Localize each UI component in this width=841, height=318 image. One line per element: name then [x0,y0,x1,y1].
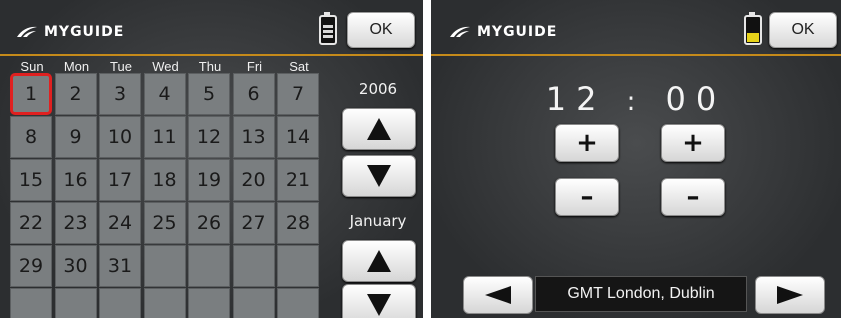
empty-day-cell [277,288,319,318]
timezone-label: GMT London, Dublin [535,276,747,312]
day-cell[interactable]: 17 [99,159,141,201]
day-cell[interactable]: 18 [143,159,186,201]
day-cell[interactable]: 10 [99,116,141,158]
calendar-screen: MYGUIDE OK Sun Mon Tue Wed Thu Fri Sat 1 2 3 4 5 6 7 8… [0,0,423,318]
hour-ones: 2 [576,80,607,118]
minute-plus-button[interactable]: + [661,124,725,162]
day-cell[interactable]: 28 [277,202,319,244]
day-cell[interactable]: 9 [54,116,97,158]
ok-button[interactable]: OK [769,12,837,48]
day-cell[interactable]: 26 [188,202,230,244]
weekday-header: Mon [63,59,90,74]
empty-day-cell [99,288,141,318]
empty-day-cell [188,245,230,287]
day-cell[interactable]: 6 [232,73,275,115]
empty-day-cell [277,245,319,287]
day-cell[interactable]: 15 [10,159,52,201]
empty-day-cell [143,245,186,287]
empty-day-cell [188,288,230,318]
day-cell[interactable]: 29 [10,245,52,287]
timezone-selector: GMT London, Dublin [461,276,825,314]
day-cell[interactable]: 25 [143,202,186,244]
hour-minus-button[interactable]: – [555,178,619,216]
day-cell[interactable]: 19 [188,159,230,201]
month-down-button[interactable] [342,284,416,318]
year-label: 2006 [358,80,398,98]
weekday-header: Sat [289,59,309,74]
day-cell[interactable]: 11 [143,116,186,158]
myguide-logo: MYGUIDE [16,24,124,40]
day-cell[interactable]: 7 [277,73,319,115]
day-cell[interactable]: 2 [54,73,97,115]
month-label: January [349,212,407,230]
ok-button[interactable]: OK [347,12,415,48]
day-cell[interactable]: 8 [10,116,52,158]
hour-tens: 1 [545,80,577,118]
calendar-grid: Sun Mon Tue Wed Thu Fri Sat 1 2 3 4 5 6 7 8 9 10 11 12 13 14… [10,59,323,318]
day-cell[interactable]: 30 [54,245,97,287]
empty-day-cell [143,288,186,318]
header-divider [0,54,423,56]
day-cell[interactable]: 16 [54,159,97,201]
logo-text: MYGUIDE [44,24,125,40]
day-cell[interactable]: 3 [99,73,141,115]
weekday-header: Fri [246,59,263,74]
time-separator: : [626,87,646,117]
arrow-up-icon [367,250,391,272]
day-cell[interactable]: 4 [143,73,186,115]
weekday-header: Tue [110,59,132,74]
weekday-header: Sun [20,59,44,74]
arrow-down-icon [367,294,391,316]
day-cell[interactable]: 5 [188,73,230,115]
day-cell[interactable]: 31 [99,245,141,287]
empty-day-cell [232,245,275,287]
arrow-left-icon [485,286,511,304]
minute-minus-button[interactable]: – [661,178,725,216]
day-cell[interactable]: 22 [10,202,52,244]
weekday-header: Wed [152,59,179,74]
battery-icon [744,12,762,45]
weekday-header: Thu [198,59,222,74]
arrow-up-icon [367,118,391,140]
empty-day-cell [10,288,52,318]
arrow-down-icon [367,165,391,187]
empty-day-cell [54,288,97,318]
day-cell[interactable]: 13 [232,116,275,158]
day-cell[interactable]: 1 [10,73,52,115]
day-cell[interactable]: 14 [277,116,319,158]
header-bar: MYGUIDE OK [0,0,423,56]
minute-tens: 0 [665,80,696,118]
day-cell[interactable]: 20 [232,159,275,201]
year-up-button[interactable] [342,108,416,150]
header-divider [431,54,841,56]
day-cell[interactable]: 12 [188,116,230,158]
day-cell[interactable]: 23 [54,202,97,244]
header-bar: MYGUIDE OK [431,0,841,56]
timezone-prev-button[interactable] [463,276,533,314]
day-cell[interactable]: 27 [232,202,275,244]
day-cell[interactable]: 24 [99,202,141,244]
logo-swoosh-icon [17,26,37,37]
myguide-logo: MYGUIDE [449,24,557,40]
timezone-next-button[interactable] [755,276,825,314]
logo-swoosh-icon [450,26,470,37]
battery-icon [319,12,337,45]
empty-day-cell [232,288,275,318]
year-down-button[interactable] [342,155,416,197]
month-up-button[interactable] [342,240,416,282]
logo-text: MYGUIDE [477,24,558,40]
time-display: 12 : 00 [431,80,841,118]
arrow-right-icon [777,286,803,304]
minute-ones: 0 [695,80,727,118]
time-screen: MYGUIDE OK 12 : 00 + + – – GMT London, D… [431,0,841,318]
hour-plus-button[interactable]: + [555,124,619,162]
day-cell[interactable]: 21 [277,159,319,201]
